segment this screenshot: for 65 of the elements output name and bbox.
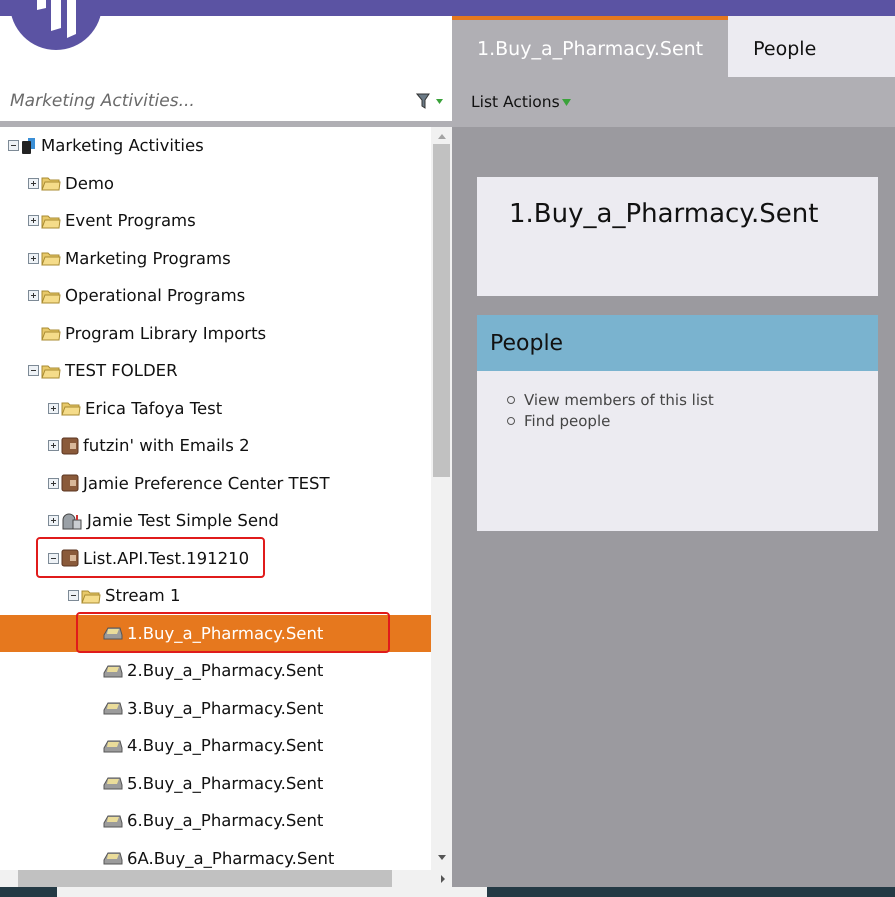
tree-item[interactable]: 6.Buy_a_Pharmacy.Sent: [0, 802, 431, 840]
folder-icon: [81, 588, 101, 604]
tree-item[interactable]: Marketing Programs: [0, 240, 431, 277]
filter-icon[interactable]: [416, 92, 444, 110]
tray-icon: [103, 626, 123, 640]
tray-icon: [103, 776, 123, 790]
tree-item[interactable]: 5.Buy_a_Pharmacy.Sent: [0, 764, 431, 802]
briefcase-icon: [61, 474, 79, 492]
page-title: 1.Buy_a_Pharmacy.Sent: [509, 199, 820, 229]
collapse-icon[interactable]: [8, 140, 19, 152]
search-field[interactable]: Marketing Activities...: [10, 90, 410, 110]
folder-icon: [41, 325, 61, 342]
tray-icon: [103, 738, 123, 753]
tab-strip: [841, 16, 895, 77]
tree-item[interactable]: 4.Buy_a_Pharmacy.Sent: [0, 727, 431, 764]
bullet-icon: [507, 417, 515, 425]
expand-icon[interactable]: [28, 290, 39, 302]
expand-icon[interactable]: [48, 440, 59, 452]
tray-icon: [103, 851, 123, 866]
tray-icon: [103, 664, 123, 678]
folder-icon: [41, 212, 61, 229]
scroll-down-icon[interactable]: [436, 854, 446, 862]
tree-item[interactable]: TEST FOLDER: [0, 352, 431, 390]
panel-link[interactable]: Find people: [524, 412, 610, 430]
tray-icon: [103, 701, 123, 716]
caret-icon: [562, 98, 571, 106]
briefcase-icon: [61, 549, 79, 568]
bullet-icon: [507, 396, 515, 404]
tree-item[interactable]: Operational Programs: [0, 277, 431, 314]
panel-title: People: [477, 315, 878, 371]
tree-item[interactable]: 6A.Buy_a_Pharmacy.Sent: [0, 840, 431, 870]
tab[interactable]: People: [728, 16, 842, 77]
expand-icon[interactable]: [48, 478, 59, 489]
folder-icon: [41, 175, 61, 192]
tree-item[interactable]: Jamie Preference Center TEST: [0, 464, 431, 502]
expand-icon[interactable]: [28, 252, 39, 264]
collapse-icon[interactable]: [28, 365, 39, 376]
tree-item[interactable]: 2.Buy_a_Pharmacy.Sent: [0, 652, 431, 690]
expand-icon[interactable]: [28, 178, 39, 189]
expand-icon[interactable]: [48, 402, 59, 414]
collapse-icon[interactable]: [68, 590, 79, 602]
panel-link[interactable]: View members of this list: [524, 391, 714, 409]
tray-icon: [103, 814, 123, 828]
tree-item[interactable]: List.API.Test.191210: [0, 540, 431, 577]
tree-item[interactable]: Program Library Imports: [0, 314, 431, 352]
book-stack-icon: [21, 136, 37, 155]
folder-icon: [41, 362, 61, 379]
folder-icon: [41, 288, 61, 304]
briefcase-icon: [61, 436, 79, 455]
collapse-icon[interactable]: [48, 552, 59, 564]
list-actions-menu[interactable]: List Actions: [471, 93, 571, 111]
expand-icon[interactable]: [28, 215, 39, 226]
folder-icon: [61, 400, 81, 416]
tree-item[interactable]: 3.Buy_a_Pharmacy.Sent: [0, 690, 431, 727]
tree-item[interactable]: Marketing Activities: [0, 127, 431, 164]
tree-item[interactable]: Event Programs: [0, 202, 431, 240]
scroll-right-icon[interactable]: [440, 874, 446, 884]
folder-icon: [41, 250, 61, 266]
expand-icon[interactable]: [48, 515, 59, 526]
tree-item[interactable]: Stream 1: [0, 577, 431, 614]
tree-item[interactable]: Erica Tafoya Test: [0, 390, 431, 427]
tree-item[interactable]: Demo: [0, 164, 431, 202]
tree-item[interactable]: futzin' with Emails 2: [0, 427, 431, 464]
tree-item[interactable]: Jamie Test Simple Send: [0, 502, 431, 540]
mailbox-icon: [61, 512, 83, 530]
